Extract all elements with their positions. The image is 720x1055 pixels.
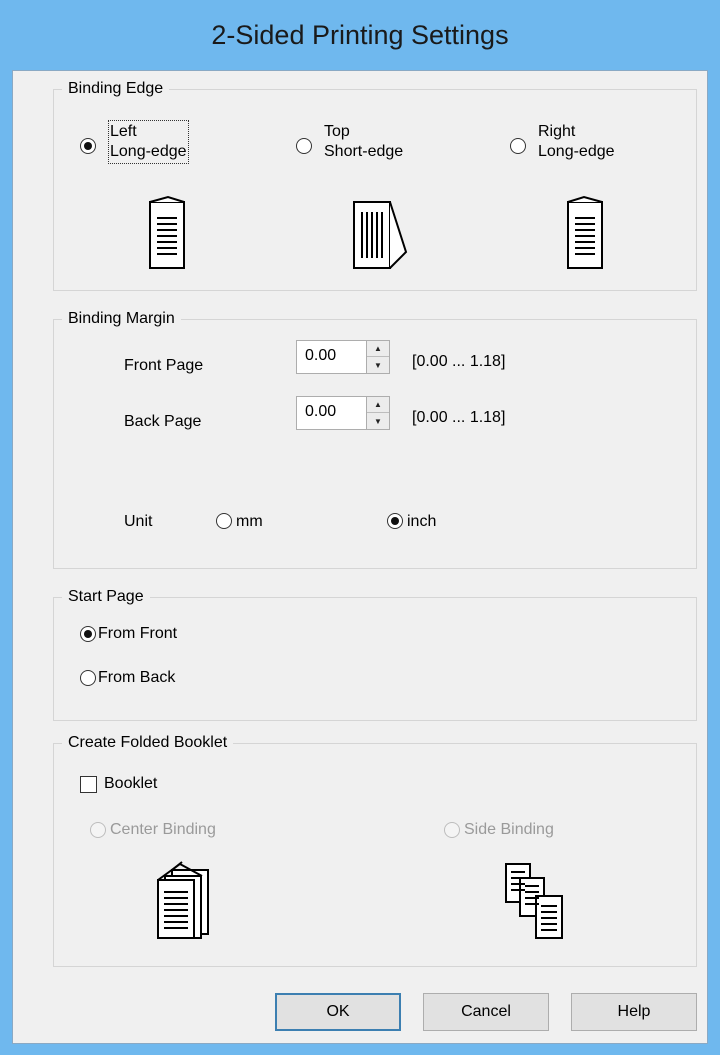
binding-edge-title: Binding Edge — [62, 79, 170, 99]
center-binding-label[interactable]: Center Binding — [110, 820, 216, 840]
help-button[interactable]: Help — [571, 993, 697, 1031]
binding-margin-group: Binding Margin Front Page 0.00 ▲ ▼ [0.00… — [53, 309, 697, 569]
start-page-title: Start Page — [62, 587, 150, 607]
ok-button[interactable]: OK — [275, 993, 401, 1031]
binding-right-label[interactable]: Right Long-edge — [538, 122, 615, 162]
front-page-spinbox[interactable]: 0.00 ▲ ▼ — [296, 340, 390, 374]
back-page-value[interactable]: 0.00 — [305, 403, 336, 421]
from-front-radio[interactable] — [80, 626, 96, 642]
side-binding-label[interactable]: Side Binding — [464, 820, 554, 840]
center-binding-booklet-icon — [157, 861, 209, 939]
spin-down-icon[interactable]: ▼ — [367, 413, 389, 429]
right-binding-document-icon — [567, 195, 603, 269]
unit-mm-label[interactable]: mm — [236, 512, 263, 532]
front-page-range: [0.00 ... 1.18] — [412, 353, 506, 370]
binding-left-label[interactable]: Left Long-edge — [108, 120, 189, 164]
from-front-label[interactable]: From Front — [98, 624, 177, 644]
booklet-label[interactable]: Booklet — [104, 774, 157, 794]
front-page-value[interactable]: 0.00 — [305, 347, 336, 365]
binding-top-label[interactable]: Top Short-edge — [324, 122, 403, 162]
spin-down-icon[interactable]: ▼ — [367, 357, 389, 373]
front-page-label: Front Page — [124, 357, 204, 374]
from-back-label[interactable]: From Back — [98, 668, 175, 688]
back-page-spin-buttons[interactable]: ▲ ▼ — [366, 397, 389, 429]
from-back-radio[interactable] — [80, 670, 96, 686]
front-page-spin-buttons[interactable]: ▲ ▼ — [366, 341, 389, 373]
center-binding-radio[interactable] — [90, 822, 106, 838]
back-page-spinbox[interactable]: 0.00 ▲ ▼ — [296, 396, 390, 430]
binding-margin-title: Binding Margin — [62, 309, 181, 329]
spin-up-icon[interactable]: ▲ — [367, 397, 389, 413]
booklet-checkbox[interactable] — [80, 776, 97, 793]
booklet-title: Create Folded Booklet — [62, 733, 234, 753]
top-binding-document-icon — [353, 201, 408, 269]
spin-up-icon[interactable]: ▲ — [367, 341, 389, 357]
dialog-title: 2-Sided Printing Settings — [211, 19, 509, 50]
dialog-window: 2-Sided Printing Settings Binding Edge L… — [0, 0, 720, 1055]
left-binding-document-icon — [149, 195, 185, 269]
binding-edge-group: Binding Edge Left Long-edge Top Short-ed… — [53, 79, 697, 291]
unit-label: Unit — [124, 513, 153, 530]
binding-top-radio[interactable] — [296, 138, 312, 154]
binding-right-radio[interactable] — [510, 138, 526, 154]
dialog-client-area: Binding Edge Left Long-edge Top Short-ed… — [12, 70, 708, 1044]
side-binding-booklet-icon — [505, 863, 563, 939]
unit-inch-radio[interactable] — [387, 513, 403, 529]
start-page-group: Start Page From Front From Back — [53, 587, 697, 721]
cancel-button[interactable]: Cancel — [423, 993, 549, 1031]
unit-inch-label[interactable]: inch — [407, 512, 436, 532]
unit-mm-radio[interactable] — [216, 513, 232, 529]
side-binding-radio[interactable] — [444, 822, 460, 838]
back-page-range: [0.00 ... 1.18] — [412, 409, 506, 426]
back-page-label: Back Page — [124, 413, 202, 430]
binding-left-radio[interactable] — [80, 138, 96, 154]
booklet-group: Create Folded Booklet Booklet Center Bin… — [53, 733, 697, 967]
